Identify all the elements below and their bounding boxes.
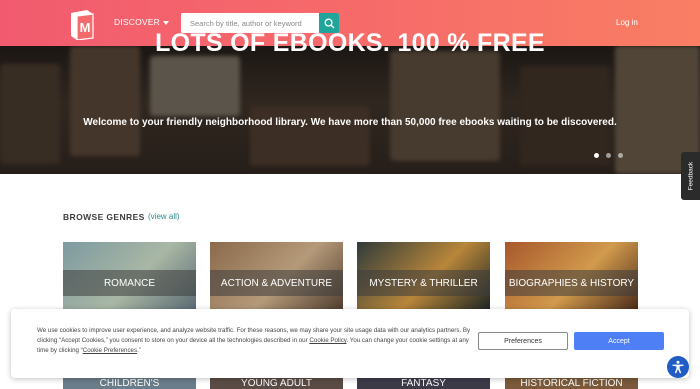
- login-link[interactable]: Log in: [616, 18, 638, 27]
- genre-tile-biographies-history[interactable]: BIOGRAPHIES & HISTORY: [505, 242, 638, 310]
- carousel-dot[interactable]: [618, 153, 623, 158]
- view-all-link[interactable]: (view all): [148, 212, 180, 221]
- cookie-banner: We use cookies to improve user experienc…: [11, 309, 689, 378]
- discover-label: DISCOVER: [114, 17, 160, 27]
- carousel-dots: [594, 153, 623, 158]
- genre-label: MYSTERY & THRILLER: [369, 278, 478, 289]
- genre-tile-action-adventure[interactable]: ACTION & ADVENTURE: [210, 242, 343, 310]
- genre-label: ACTION & ADVENTURE: [220, 278, 333, 289]
- discover-menu[interactable]: DISCOVER: [114, 17, 169, 27]
- genre-label: YOUNG ADULT: [241, 378, 312, 389]
- genre-label: HISTORICAL FICTION: [520, 378, 623, 389]
- genre-tile-romance[interactable]: ROMANCE: [63, 242, 196, 310]
- accept-button[interactable]: Accept: [574, 332, 664, 350]
- cookie-text-part: .”: [137, 347, 141, 354]
- cookie-text: We use cookies to improve user experienc…: [37, 326, 477, 356]
- carousel-dot[interactable]: [594, 153, 599, 158]
- accessibility-icon: [672, 360, 684, 374]
- cookie-preferences-link[interactable]: Cookie Preferences: [83, 347, 137, 354]
- preferences-button[interactable]: Preferences: [478, 332, 568, 350]
- browse-genres-heading: BROWSE GENRES: [63, 212, 145, 222]
- carousel-dot[interactable]: [606, 153, 611, 158]
- feedback-tab[interactable]: Feedback: [681, 152, 700, 200]
- cookie-policy-link[interactable]: Cookie Policy: [309, 337, 346, 344]
- genre-label: CHILDREN'S: [99, 378, 160, 389]
- genre-label: FANTASY: [401, 378, 446, 389]
- genre-label: ROMANCE: [103, 278, 156, 289]
- chevron-down-icon: [163, 20, 169, 25]
- genre-tile-mystery-thriller[interactable]: MYSTERY & THRILLER: [357, 242, 490, 310]
- accessibility-button[interactable]: [667, 356, 689, 378]
- feedback-label: Feedback: [687, 161, 694, 191]
- search-icon: [324, 18, 334, 28]
- genre-label: BIOGRAPHIES & HISTORY: [508, 278, 635, 289]
- hero-title: LOTS OF EBOOKS. 100 % FREE: [155, 29, 545, 57]
- hero-subtitle: Welcome to your friendly neighborhood li…: [83, 117, 617, 128]
